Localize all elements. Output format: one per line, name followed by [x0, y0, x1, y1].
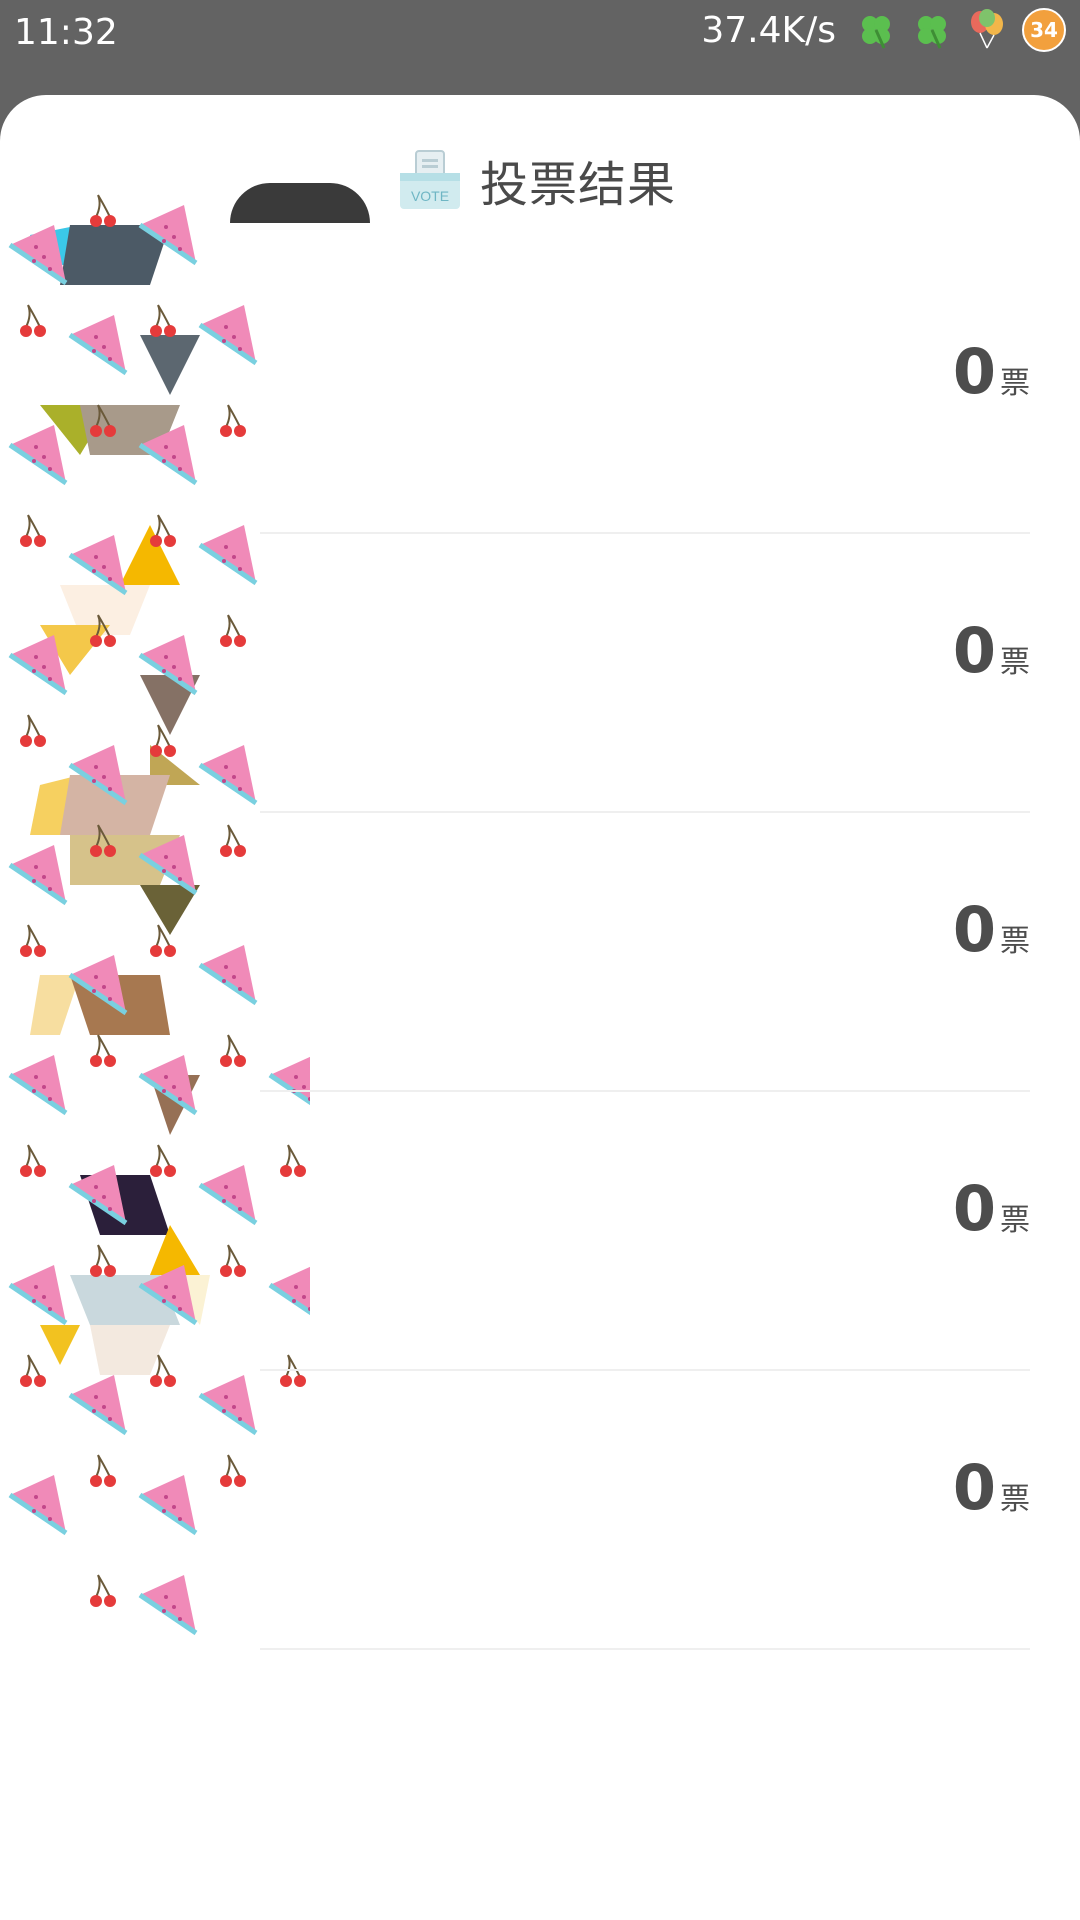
- status-right: 37.4K/s 34: [701, 8, 1066, 52]
- status-time: 11:32: [14, 12, 118, 53]
- vote-count-unit: 票: [1000, 1203, 1030, 1238]
- vote-count-unit: 票: [1000, 366, 1030, 401]
- vote-count-number: 0: [952, 1172, 996, 1245]
- vote-count-number: 0: [952, 1451, 996, 1524]
- result-row: 0 票: [0, 255, 1080, 534]
- result-row: 0 票: [0, 1092, 1080, 1371]
- vote-count-unit: 票: [1000, 1482, 1030, 1517]
- vote-box-icon: VOTE: [400, 150, 460, 209]
- balloons-icon: [966, 8, 1010, 52]
- vote-count: 0 票: [953, 1172, 1030, 1245]
- vote-count-number: 0: [952, 335, 996, 408]
- cat-badge-icon: 34: [1022, 8, 1066, 52]
- vote-result-sheet: VOTE 投票结果 0 票 0 票 0 票 0 票 0 票: [0, 95, 1080, 1920]
- status-bar: 11:32 37.4K/s 34: [0, 0, 1080, 70]
- vote-count-unit: 票: [1000, 645, 1030, 680]
- vote-count: 0 票: [953, 614, 1030, 687]
- row-divider: [260, 1648, 1030, 1650]
- vote-count: 0 票: [953, 1451, 1030, 1524]
- clover-icon: [854, 8, 898, 52]
- svg-text:VOTE: VOTE: [411, 188, 449, 204]
- network-speed: 37.4K/s: [701, 9, 836, 51]
- vote-count-number: 0: [952, 614, 996, 687]
- page-title: 投票结果: [480, 157, 677, 213]
- result-row: 0 票: [0, 813, 1080, 1092]
- result-row: 0 票: [0, 534, 1080, 813]
- vote-count: 0 票: [953, 335, 1030, 408]
- vote-count-unit: 票: [1000, 924, 1030, 959]
- clover-icon: [910, 8, 954, 52]
- vote-count-number: 0: [952, 893, 996, 966]
- result-row: 0 票: [0, 1371, 1080, 1650]
- vote-count: 0 票: [953, 893, 1030, 966]
- vote-result-header: VOTE 投票结果: [398, 145, 676, 215]
